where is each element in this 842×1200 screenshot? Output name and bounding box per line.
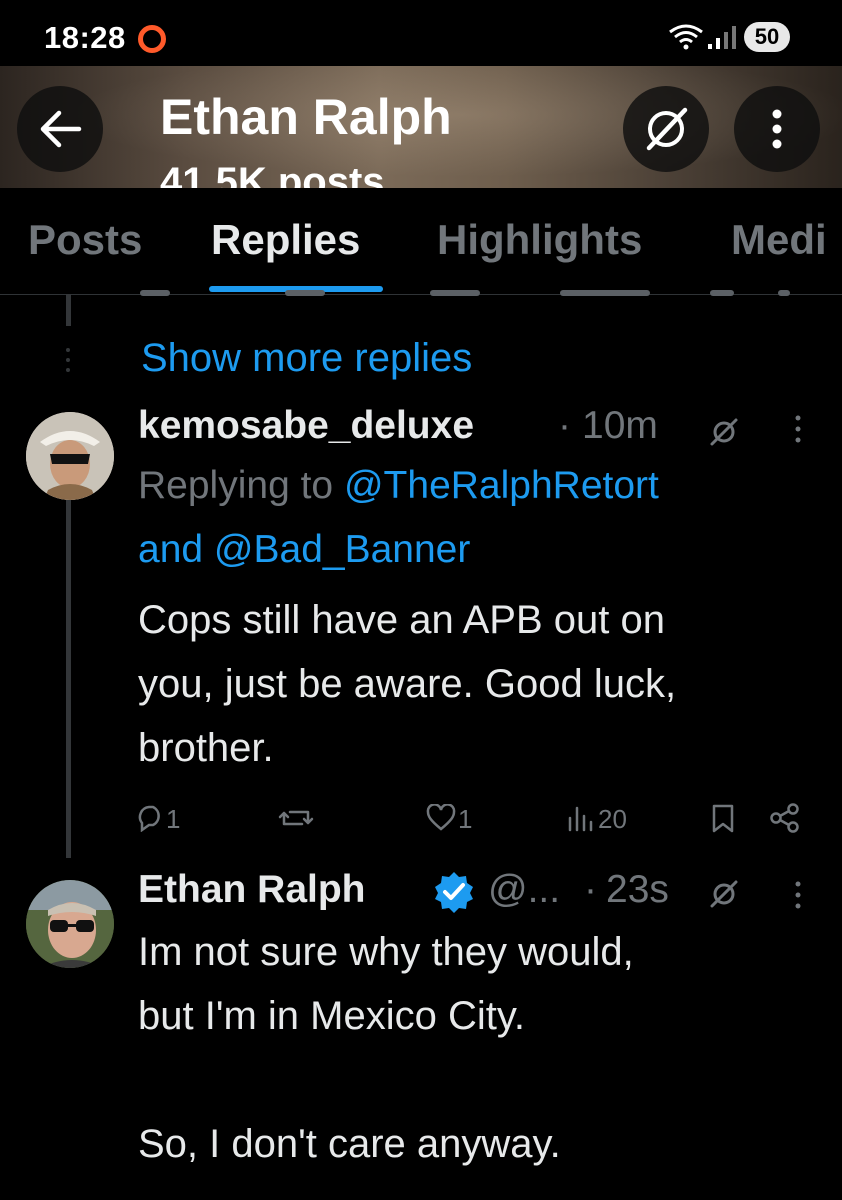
thread-dot	[66, 368, 70, 372]
battery-badge: 50	[744, 22, 790, 52]
replying-prefix: Replying to	[138, 464, 334, 507]
replying-to-line-2: and @Bad_Banner	[138, 528, 470, 572]
reply-text: Im not sure why they would, but I'm in M…	[138, 920, 828, 1176]
grok-icon[interactable]	[706, 414, 742, 450]
like-icon[interactable]	[426, 804, 456, 832]
avatar-image	[26, 412, 114, 500]
back-button[interactable]	[17, 86, 103, 172]
more-options-button[interactable]	[734, 86, 820, 172]
reply-text-line: brother.	[138, 726, 274, 770]
arrow-left-icon	[40, 110, 82, 148]
grok-icon	[646, 107, 688, 151]
reply-time: 10m	[582, 404, 658, 447]
vertical-dots-icon[interactable]	[795, 880, 801, 910]
replying-to-line: Replying to @TheRalphRetort	[138, 464, 659, 508]
thread-dot	[66, 348, 70, 352]
thread-dot	[66, 358, 70, 362]
reply-text-blank-line	[138, 1048, 828, 1112]
view-count: 20	[598, 804, 627, 834]
tab-replies[interactable]: Replies	[211, 216, 360, 264]
profile-name: Ethan Ralph	[160, 89, 452, 145]
views-icon[interactable]	[566, 804, 594, 832]
show-more-replies-link[interactable]: Show more replies	[141, 336, 472, 381]
share-icon[interactable]	[768, 802, 800, 834]
grok-icon[interactable]	[706, 876, 742, 912]
avatar[interactable]	[26, 412, 114, 500]
tab-highlights[interactable]: Highlights	[437, 216, 642, 264]
recording-dot-icon	[138, 25, 166, 53]
reply-text: Cops still have an APB out on you, just …	[138, 588, 828, 780]
bookmark-icon[interactable]	[710, 804, 736, 834]
tab-posts[interactable]: Posts	[28, 216, 142, 264]
grok-button[interactable]	[623, 86, 709, 172]
thread-line	[66, 294, 71, 326]
avatar-image	[26, 880, 114, 968]
reply-separator: ·	[584, 868, 597, 911]
reply-action-bar: 1 1 20	[136, 800, 836, 840]
thread-line	[66, 500, 71, 858]
reply-username[interactable]: Ethan Ralph	[138, 868, 366, 912]
vertical-dots-icon	[772, 109, 782, 149]
reply-icon[interactable]	[136, 804, 166, 832]
vertical-dots-icon[interactable]	[795, 414, 801, 444]
post-count: 41.5K posts	[160, 160, 385, 188]
status-bar: 18:28 50	[0, 0, 842, 66]
profile-tabs: Posts Replies Highlights Medi	[0, 188, 842, 295]
previous-tweet-actions	[140, 290, 790, 296]
mention-link[interactable]: @Bad_Banner	[214, 528, 470, 571]
reply-text-line: Cops still have an APB out on	[138, 598, 665, 642]
avatar[interactable]	[26, 880, 114, 968]
reply-time: 23s	[606, 868, 669, 911]
like-count: 1	[458, 804, 473, 834]
mention-link[interactable]: @TheRalphRetort	[344, 464, 659, 507]
reply-text-line: you, just be aware. Good luck,	[138, 662, 677, 706]
reply-handle[interactable]: @...	[488, 868, 560, 912]
wifi-icon	[669, 24, 703, 50]
reply-text-line: So, I don't care anyway.	[138, 1122, 561, 1166]
reply-separator: ·	[558, 404, 571, 447]
status-clock: 18:28	[44, 20, 126, 55]
tab-media[interactable]: Medi	[731, 216, 827, 264]
signal-icon	[708, 26, 736, 49]
reply-count: 1	[166, 804, 181, 834]
reply-text-line: but I'm in Mexico City.	[138, 994, 525, 1038]
reply-username[interactable]: kemosabe_deluxe	[138, 404, 474, 448]
reply-text-line: Im not sure why they would,	[138, 930, 634, 974]
profile-header: 41.5K posts Ethan Ralph	[0, 66, 842, 188]
repost-icon[interactable]	[278, 804, 314, 832]
verified-badge-icon	[435, 872, 473, 913]
replying-and: and	[138, 528, 204, 571]
